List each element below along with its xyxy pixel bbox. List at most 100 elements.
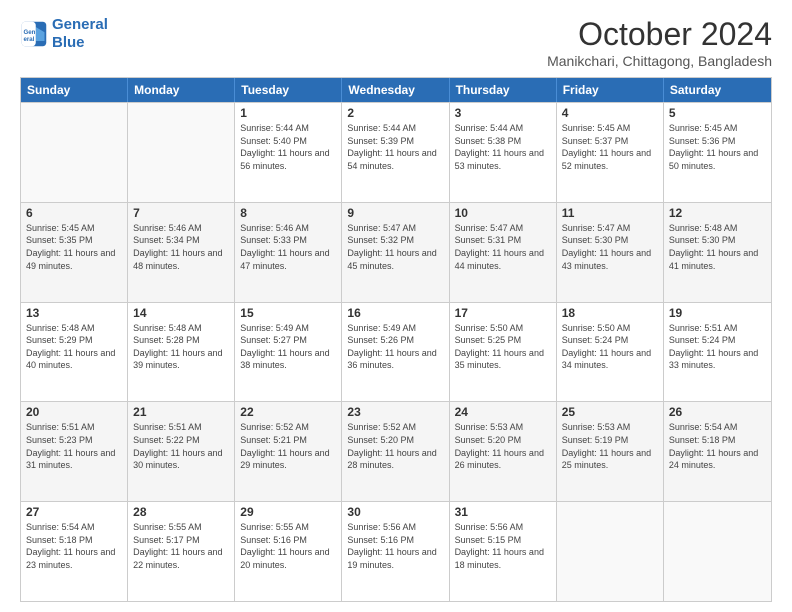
calendar-cell: 24 Sunrise: 5:53 AMSunset: 5:20 PMDayligh… bbox=[450, 402, 557, 501]
weekday-sunday: Sunday bbox=[21, 78, 128, 102]
calendar-header: Sunday Monday Tuesday Wednesday Thursday… bbox=[21, 78, 771, 102]
calendar-row-2: 6 Sunrise: 5:45 AMSunset: 5:35 PMDaylight… bbox=[21, 202, 771, 302]
cell-sun-info: Sunrise: 5:51 AMSunset: 5:24 PMDaylight:… bbox=[669, 322, 766, 372]
cell-sun-info: Sunrise: 5:45 AMSunset: 5:36 PMDaylight:… bbox=[669, 122, 766, 172]
cell-day-number: 6 bbox=[26, 206, 122, 220]
cell-sun-info: Sunrise: 5:55 AMSunset: 5:17 PMDaylight:… bbox=[133, 521, 229, 571]
calendar-cell: 6 Sunrise: 5:45 AMSunset: 5:35 PMDaylight… bbox=[21, 203, 128, 302]
cell-sun-info: Sunrise: 5:54 AMSunset: 5:18 PMDaylight:… bbox=[26, 521, 122, 571]
cell-sun-info: Sunrise: 5:55 AMSunset: 5:16 PMDaylight:… bbox=[240, 521, 336, 571]
calendar-cell bbox=[128, 103, 235, 202]
calendar-cell: 29 Sunrise: 5:55 AMSunset: 5:16 PMDayligh… bbox=[235, 502, 342, 601]
cell-day-number: 15 bbox=[240, 306, 336, 320]
cell-sun-info: Sunrise: 5:56 AMSunset: 5:15 PMDaylight:… bbox=[455, 521, 551, 571]
cell-day-number: 11 bbox=[562, 206, 658, 220]
calendar-cell: 18 Sunrise: 5:50 AMSunset: 5:24 PMDayligh… bbox=[557, 303, 664, 402]
calendar-cell: 17Sunrise: 5:50 AMSunset: 5:25 PMDayligh… bbox=[450, 303, 557, 402]
logo-line2: Blue bbox=[52, 34, 85, 51]
title-location: Manikchari, Chittagong, Bangladesh bbox=[547, 53, 772, 69]
title-block: October 2024 Manikchari, Chittagong, Ban… bbox=[547, 16, 772, 69]
calendar-body: 1Sunrise: 5:44 AMSunset: 5:40 PMDaylight… bbox=[21, 102, 771, 601]
cell-sun-info: Sunrise: 5:51 AMSunset: 5:22 PMDaylight:… bbox=[133, 421, 229, 471]
cell-sun-info: Sunrise: 5:50 AMSunset: 5:24 PMDaylight:… bbox=[562, 322, 658, 372]
page: Gen eral General Blue October 2024 Manik… bbox=[0, 0, 792, 612]
cell-day-number: 30 bbox=[347, 505, 443, 519]
calendar-cell: 5 Sunrise: 5:45 AMSunset: 5:36 PMDaylight… bbox=[664, 103, 771, 202]
cell-sun-info: Sunrise: 5:45 AMSunset: 5:35 PMDaylight:… bbox=[26, 222, 122, 272]
calendar-cell: 1Sunrise: 5:44 AMSunset: 5:40 PMDaylight… bbox=[235, 103, 342, 202]
calendar-cell: 9 Sunrise: 5:47 AMSunset: 5:32 PMDaylight… bbox=[342, 203, 449, 302]
cell-day-number: 16 bbox=[347, 306, 443, 320]
calendar-cell bbox=[557, 502, 664, 601]
calendar-cell: 2Sunrise: 5:44 AMSunset: 5:39 PMDaylight… bbox=[342, 103, 449, 202]
calendar-cell: 15 Sunrise: 5:49 AMSunset: 5:27 PMDayligh… bbox=[235, 303, 342, 402]
calendar-cell: 25 Sunrise: 5:53 AMSunset: 5:19 PMDayligh… bbox=[557, 402, 664, 501]
cell-day-number: 18 bbox=[562, 306, 658, 320]
calendar-row-3: 13 Sunrise: 5:48 AMSunset: 5:29 PMDayligh… bbox=[21, 302, 771, 402]
cell-day-number: 27 bbox=[26, 505, 122, 519]
cell-sun-info: Sunrise: 5:48 AMSunset: 5:28 PMDaylight:… bbox=[133, 322, 229, 372]
calendar-cell: 21Sunrise: 5:51 AMSunset: 5:22 PMDayligh… bbox=[128, 402, 235, 501]
cell-day-number: 19 bbox=[669, 306, 766, 320]
calendar-cell: 7 Sunrise: 5:46 AMSunset: 5:34 PMDaylight… bbox=[128, 203, 235, 302]
calendar-cell: 10Sunrise: 5:47 AMSunset: 5:31 PMDayligh… bbox=[450, 203, 557, 302]
calendar-cell: 12Sunrise: 5:48 AMSunset: 5:30 PMDayligh… bbox=[664, 203, 771, 302]
calendar-row-5: 27 Sunrise: 5:54 AMSunset: 5:18 PMDayligh… bbox=[21, 501, 771, 601]
cell-sun-info: Sunrise: 5:51 AMSunset: 5:23 PMDaylight:… bbox=[26, 421, 122, 471]
calendar-cell: 13 Sunrise: 5:48 AMSunset: 5:29 PMDayligh… bbox=[21, 303, 128, 402]
cell-sun-info: Sunrise: 5:49 AMSunset: 5:26 PMDaylight:… bbox=[347, 322, 443, 372]
cell-day-number: 5 bbox=[669, 106, 766, 120]
calendar-cell: 23 Sunrise: 5:52 AMSunset: 5:20 PMDayligh… bbox=[342, 402, 449, 501]
cell-day-number: 10 bbox=[455, 206, 551, 220]
weekday-saturday: Saturday bbox=[664, 78, 771, 102]
weekday-wednesday: Wednesday bbox=[342, 78, 449, 102]
cell-sun-info: Sunrise: 5:56 AMSunset: 5:16 PMDaylight:… bbox=[347, 521, 443, 571]
calendar-cell: 27 Sunrise: 5:54 AMSunset: 5:18 PMDayligh… bbox=[21, 502, 128, 601]
cell-day-number: 23 bbox=[347, 405, 443, 419]
calendar-cell: 3 Sunrise: 5:44 AMSunset: 5:38 PMDaylight… bbox=[450, 103, 557, 202]
cell-day-number: 20 bbox=[26, 405, 122, 419]
cell-sun-info: Sunrise: 5:44 AMSunset: 5:38 PMDaylight:… bbox=[455, 122, 551, 172]
weekday-tuesday: Tuesday bbox=[235, 78, 342, 102]
cell-day-number: 3 bbox=[455, 106, 551, 120]
cell-day-number: 4 bbox=[562, 106, 658, 120]
calendar-cell: 26 Sunrise: 5:54 AMSunset: 5:18 PMDayligh… bbox=[664, 402, 771, 501]
cell-day-number: 25 bbox=[562, 405, 658, 419]
header: Gen eral General Blue October 2024 Manik… bbox=[20, 16, 772, 69]
cell-day-number: 13 bbox=[26, 306, 122, 320]
cell-sun-info: Sunrise: 5:53 AMSunset: 5:20 PMDaylight:… bbox=[455, 421, 551, 471]
cell-sun-info: Sunrise: 5:49 AMSunset: 5:27 PMDaylight:… bbox=[240, 322, 336, 372]
cell-day-number: 1 bbox=[240, 106, 336, 120]
cell-day-number: 17 bbox=[455, 306, 551, 320]
svg-text:eral: eral bbox=[24, 36, 35, 43]
cell-sun-info: Sunrise: 5:48 AMSunset: 5:29 PMDaylight:… bbox=[26, 322, 122, 372]
cell-sun-info: Sunrise: 5:46 AMSunset: 5:34 PMDaylight:… bbox=[133, 222, 229, 272]
cell-day-number: 28 bbox=[133, 505, 229, 519]
cell-day-number: 26 bbox=[669, 405, 766, 419]
calendar-cell bbox=[664, 502, 771, 601]
weekday-thursday: Thursday bbox=[450, 78, 557, 102]
cell-day-number: 9 bbox=[347, 206, 443, 220]
calendar-cell: 30 Sunrise: 5:56 AMSunset: 5:16 PMDayligh… bbox=[342, 502, 449, 601]
cell-day-number: 24 bbox=[455, 405, 551, 419]
calendar-cell: 14Sunrise: 5:48 AMSunset: 5:28 PMDayligh… bbox=[128, 303, 235, 402]
cell-sun-info: Sunrise: 5:52 AMSunset: 5:21 PMDaylight:… bbox=[240, 421, 336, 471]
cell-day-number: 7 bbox=[133, 206, 229, 220]
cell-sun-info: Sunrise: 5:47 AMSunset: 5:32 PMDaylight:… bbox=[347, 222, 443, 272]
calendar-cell: 31Sunrise: 5:56 AMSunset: 5:15 PMDayligh… bbox=[450, 502, 557, 601]
calendar-cell: 28 Sunrise: 5:55 AMSunset: 5:17 PMDayligh… bbox=[128, 502, 235, 601]
cell-sun-info: Sunrise: 5:54 AMSunset: 5:18 PMDaylight:… bbox=[669, 421, 766, 471]
cell-day-number: 29 bbox=[240, 505, 336, 519]
cell-sun-info: Sunrise: 5:53 AMSunset: 5:19 PMDaylight:… bbox=[562, 421, 658, 471]
calendar-cell bbox=[21, 103, 128, 202]
cell-sun-info: Sunrise: 5:44 AMSunset: 5:39 PMDaylight:… bbox=[347, 122, 443, 172]
cell-sun-info: Sunrise: 5:47 AMSunset: 5:30 PMDaylight:… bbox=[562, 222, 658, 272]
cell-sun-info: Sunrise: 5:52 AMSunset: 5:20 PMDaylight:… bbox=[347, 421, 443, 471]
logo: Gen eral General Blue bbox=[20, 16, 108, 52]
cell-sun-info: Sunrise: 5:46 AMSunset: 5:33 PMDaylight:… bbox=[240, 222, 336, 272]
calendar-row-1: 1Sunrise: 5:44 AMSunset: 5:40 PMDaylight… bbox=[21, 102, 771, 202]
cell-day-number: 12 bbox=[669, 206, 766, 220]
cell-day-number: 8 bbox=[240, 206, 336, 220]
title-month: October 2024 bbox=[547, 16, 772, 53]
calendar-cell: 11 Sunrise: 5:47 AMSunset: 5:30 PMDayligh… bbox=[557, 203, 664, 302]
